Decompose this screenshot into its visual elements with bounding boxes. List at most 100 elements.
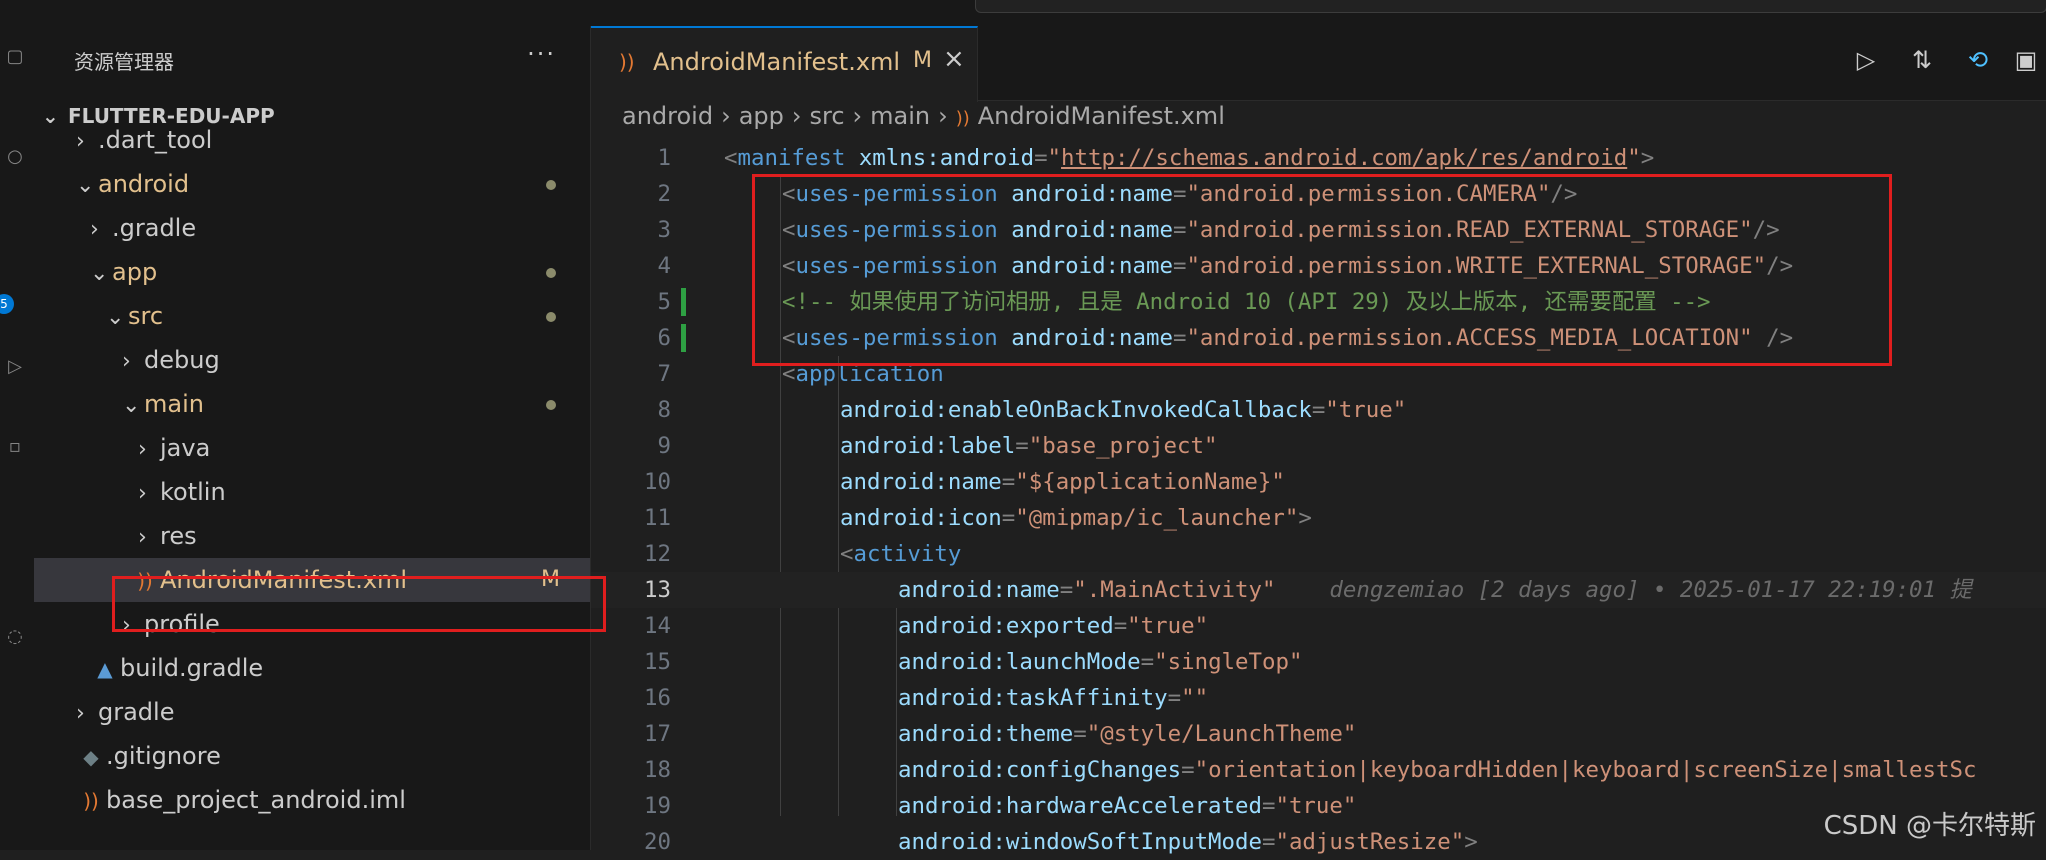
more-actions-icon[interactable]: ··· [527, 40, 556, 68]
breadcrumb-main[interactable]: main [870, 102, 930, 130]
rss-icon: )) [619, 50, 635, 74]
code-line-18: 18 android:configChanges="orientation|key… [644, 757, 1977, 783]
title-bar [0, 0, 2046, 27]
chevron-right-icon: › [90, 217, 99, 242]
code-line-2: 2 <uses-permission android:name="android.… [657, 181, 1578, 207]
tree-item-label: .gradle [112, 214, 197, 242]
tree-item[interactable]: › .gradle [34, 206, 590, 250]
elephant-icon: ▲ [97, 657, 113, 681]
tree-item[interactable]: › debug [34, 338, 590, 382]
split-editor-icon[interactable]: ▣ [2011, 46, 2041, 76]
tree-item[interactable]: )) AndroidManifest.xml M [34, 558, 590, 602]
tree-item[interactable]: › gradle [34, 690, 590, 734]
editor-tabs: )) AndroidManifest.xml M × ▷ ⇅ ⟲ ▣ [591, 26, 2046, 102]
tree-item-label: java [160, 434, 211, 462]
tree-item-label: main [144, 390, 204, 418]
chevron-right-icon: › [138, 437, 147, 462]
rss-icon: )) [955, 108, 970, 129]
tree-item[interactable]: ⌄ main [34, 382, 590, 426]
tree-item[interactable]: ⌄ app [34, 250, 590, 294]
code-line-5: 5 <!-- 如果使用了访问相册, 且是 Android 10 (API 29) … [657, 288, 1711, 316]
code-editor[interactable]: 1 <manifest xmlns:android="http://schemas… [591, 140, 2046, 855]
run-icon[interactable]: ▷ [1851, 46, 1881, 76]
tree-item-label: src [128, 302, 164, 330]
code-line-4: 4 <uses-permission android:name="android.… [657, 253, 1794, 279]
modified-indicator: M [541, 567, 560, 592]
extensions-icon[interactable]: ▫ [4, 436, 26, 458]
tab-modified-indicator: M [913, 48, 932, 73]
tree-item[interactable]: › java [34, 426, 590, 470]
tree-item-label: profile [144, 610, 220, 638]
modified-dot-icon [546, 400, 556, 410]
tree-item[interactable]: › kotlin [34, 470, 590, 514]
activity-bar: ▢ ○ 5 ▷ ▫ ◌ [0, 26, 35, 850]
namespace-link[interactable]: http://schemas.android.com/apk/res/andro… [1061, 145, 1627, 171]
tree-item-label: build.gradle [120, 654, 264, 682]
search-icon[interactable]: ○ [4, 146, 26, 168]
tree-item[interactable]: › res [34, 514, 590, 558]
source-control-badge: 5 [0, 294, 14, 314]
git-icon: ◆ [83, 745, 99, 769]
tree-item-label: base_project_android.iml [106, 786, 406, 814]
code-line-6: 6 <uses-permission android:name="android.… [657, 324, 1794, 352]
tree-item[interactable]: › .dart_tool [34, 118, 590, 162]
tree-item[interactable]: › profile [34, 602, 590, 646]
command-center[interactable] [975, 0, 2046, 13]
modified-dot-icon [546, 180, 556, 190]
tree-item-label: .gitignore [106, 742, 221, 770]
rss-icon: )) [137, 569, 153, 593]
tree-item[interactable]: ◆ .gitignore [34, 734, 590, 778]
chevron-down-icon: ⌄ [90, 261, 109, 286]
tree-item-label: android [98, 170, 190, 198]
breadcrumb-android[interactable]: android [622, 102, 713, 130]
close-icon[interactable]: × [943, 44, 965, 74]
tree-item-label: app [112, 258, 158, 286]
tree-item[interactable]: )) base_project_android.iml [34, 778, 590, 822]
tab-label: AndroidManifest.xml [653, 48, 901, 76]
code-line-15: 15 android:launchMode="singleTop" [644, 649, 1303, 675]
tree-item[interactable]: ⌄ android [34, 162, 590, 206]
tree-item[interactable]: ▲ build.gradle [34, 646, 590, 690]
chevron-right-icon: › [122, 349, 131, 374]
code-line-16: 16 android:taskAffinity="" [644, 685, 1209, 711]
tree-item-label: .dart_tool [98, 126, 213, 154]
diff-icon[interactable]: ⟲ [1963, 46, 1993, 76]
breadcrumb: android › app › src › main ›)) AndroidManifest.x… [622, 102, 1225, 130]
code-line-14: 14 android:exported="true" [644, 613, 1209, 639]
code-line-13-current: 13 android:name=".MainActivity" dengzemia… [591, 572, 2046, 608]
tree-item[interactable]: ⌄ src [34, 294, 590, 338]
breadcrumb-app[interactable]: app [739, 102, 784, 130]
chevron-right-icon: › [138, 481, 147, 506]
chevron-right-icon: › [76, 129, 85, 154]
code-line-12: 12 <activity [644, 541, 962, 567]
run-debug-icon[interactable]: ▷ [4, 356, 26, 378]
code-line-17: 17 android:theme="@style/LaunchTheme" [644, 721, 1357, 747]
chevron-right-icon: › [76, 701, 85, 726]
tree-item-label: res [160, 522, 197, 550]
tab-android-manifest[interactable]: )) AndroidManifest.xml M × [591, 26, 978, 102]
code-line-3: 3 <uses-permission android:name="android.… [657, 217, 1780, 243]
tree-item-label: debug [144, 346, 220, 374]
breadcrumb-file[interactable]: AndroidManifest.xml [978, 102, 1225, 130]
explorer-sidebar: 资源管理器 ··· ⌄ FLUTTER-EDU-APP › .dart_tool ⌄ a… [34, 26, 591, 850]
chevron-right-icon: › [122, 613, 131, 638]
modified-dot-icon [546, 312, 556, 322]
tree-item-label: gradle [98, 698, 175, 726]
compare-changes-icon[interactable]: ⇅ [1907, 46, 1937, 76]
code-line-11: 11 android:icon="@mipmap/ic_launcher"> [644, 505, 1312, 531]
rss-icon: )) [83, 789, 99, 813]
git-blame-annotation: dengzemiao [2 days ago] • 2025-01-17 22:… [1329, 577, 1972, 603]
explorer-title: 资源管理器 [74, 50, 174, 74]
watermark: CSDN @卡尔特斯 [1823, 811, 2036, 841]
modified-dot-icon [546, 268, 556, 278]
tree-item-label: AndroidManifest.xml [160, 566, 408, 594]
code-line-10: 10 android:name="${applicationName}" [644, 469, 1285, 495]
chevron-down-icon: ⌄ [106, 305, 125, 330]
breadcrumb-src[interactable]: src [809, 102, 844, 130]
code-line-9: 9 android:label="base_project" [657, 433, 1218, 459]
chevron-right-icon: › [138, 525, 147, 550]
chevron-down-icon: ⌄ [76, 173, 95, 198]
remote-icon[interactable]: ◌ [4, 626, 26, 648]
code-line-7: 7 <application [657, 361, 944, 387]
files-icon[interactable]: ▢ [4, 46, 26, 68]
